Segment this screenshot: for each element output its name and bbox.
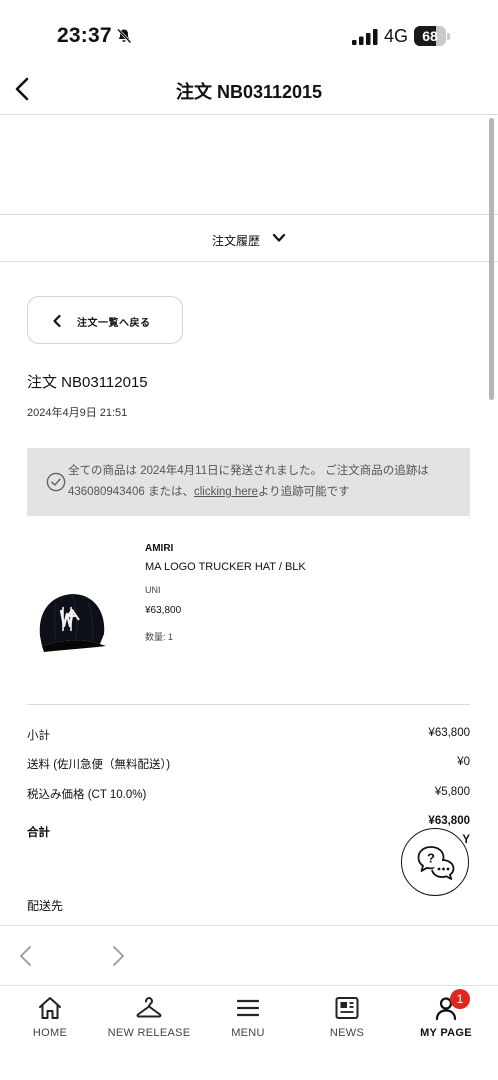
tracking-link[interactable]: clicking here — [194, 486, 258, 498]
status-bar: 23:37 4G 68 — [0, 0, 498, 70]
news-icon — [335, 997, 359, 1019]
browser-forward-icon[interactable] — [108, 944, 128, 968]
total-label: 合計 — [27, 827, 50, 839]
tab-my-page[interactable]: 1 MY PAGE — [396, 986, 496, 1080]
summary-label: 税込み価格 (CT 10.0%) — [27, 789, 147, 801]
total-value: ¥63,800 — [428, 815, 470, 827]
content-banner-area — [0, 115, 498, 215]
chevron-down-icon — [272, 233, 286, 242]
svg-text:?: ? — [427, 851, 435, 866]
order-date: 2024年4月9日 21:51 — [27, 407, 128, 419]
tab-new-release[interactable]: NEW RELEASE — [99, 986, 199, 1080]
shipping-notice: 全ての商品は 2024年4月11日に発送されました。 ご注文商品の追跡は 436… — [27, 448, 470, 516]
notification-badge: 1 — [450, 989, 470, 1009]
summary-value: ¥0 — [457, 756, 470, 768]
status-time: 23:37 — [57, 24, 112, 47]
summary-label: 小計 — [27, 730, 50, 742]
order-number: 注文 NB03112015 — [27, 374, 148, 391]
summary-value: ¥5,800 — [434, 786, 470, 798]
scrollbar[interactable] — [489, 118, 494, 400]
tab-menu[interactable]: MENU — [198, 986, 298, 1080]
network-label: 4G — [384, 26, 409, 46]
product-size: UNI — [145, 585, 161, 595]
hanger-icon — [136, 997, 162, 1018]
summary-value: ¥63,800 — [428, 727, 470, 739]
browser-toolbar — [0, 925, 498, 985]
back-to-order-list-label: 注文一覧へ戻る — [77, 318, 151, 329]
summary-row-tax: 税込み価格 (CT 10.0%) ¥5,800 — [27, 786, 470, 804]
product-name[interactable]: MA LOGO TRUCKER HAT / BLK — [145, 561, 306, 573]
product-price: ¥63,800 — [145, 605, 182, 616]
chevron-left-icon — [53, 314, 61, 328]
product-brand: AMIRI — [145, 543, 174, 554]
back-to-order-list-button[interactable]: 注文一覧へ戻る — [27, 296, 183, 344]
check-circle-icon — [46, 472, 66, 492]
notice-text-after: より追跡可能です — [257, 486, 350, 498]
tab-home[interactable]: HOME — [0, 986, 100, 1080]
tab-label: MENU — [231, 1027, 265, 1039]
order-history-dropdown[interactable]: 注文履歴 — [0, 216, 498, 262]
ship-to-heading: 配送先 — [27, 899, 64, 913]
trucker-hat-image[interactable] — [32, 574, 112, 654]
browser-back-icon[interactable] — [16, 944, 36, 968]
tab-label: NEWS — [329, 1027, 365, 1039]
battery-indicator: 68 — [414, 26, 450, 46]
tab-label: NEW RELEASE — [107, 1027, 191, 1039]
chat-support-button[interactable]: ? — [401, 828, 469, 896]
page-title: 注文 NB03112015 — [175, 82, 323, 102]
chat-bubbles-icon: ? — [417, 846, 455, 880]
battery-level: 68 — [422, 28, 438, 44]
shipping-notice-text: 全ての商品は 2024年4月11日に発送されました。 ご注文商品の追跡は 436… — [68, 461, 460, 503]
summary-row-shipping: 送料 (佐川急便（無料配送）) ¥0 — [27, 756, 470, 774]
tab-label: HOME — [32, 1027, 68, 1039]
summary-divider — [27, 704, 470, 705]
bottom-tab-bar: HOME NEW RELEASE MENU NEWS 1 MY PAGE — [0, 985, 498, 1080]
menu-icon — [236, 999, 260, 1017]
nav-header: 注文 NB03112015 — [0, 70, 498, 115]
signal-icon — [352, 29, 378, 45]
summary-label: 送料 (佐川急便（無料配送）) — [27, 759, 171, 771]
order-history-label: 注文履歴 — [212, 234, 261, 248]
summary-row-subtotal: 小計 ¥63,800 — [27, 727, 470, 745]
product-quantity: 数量: 1 — [145, 632, 174, 642]
tab-label: MY PAGE — [420, 1027, 472, 1039]
tab-news[interactable]: NEWS — [297, 986, 397, 1080]
home-icon — [39, 997, 61, 1019]
bell-slash-icon — [117, 28, 132, 44]
